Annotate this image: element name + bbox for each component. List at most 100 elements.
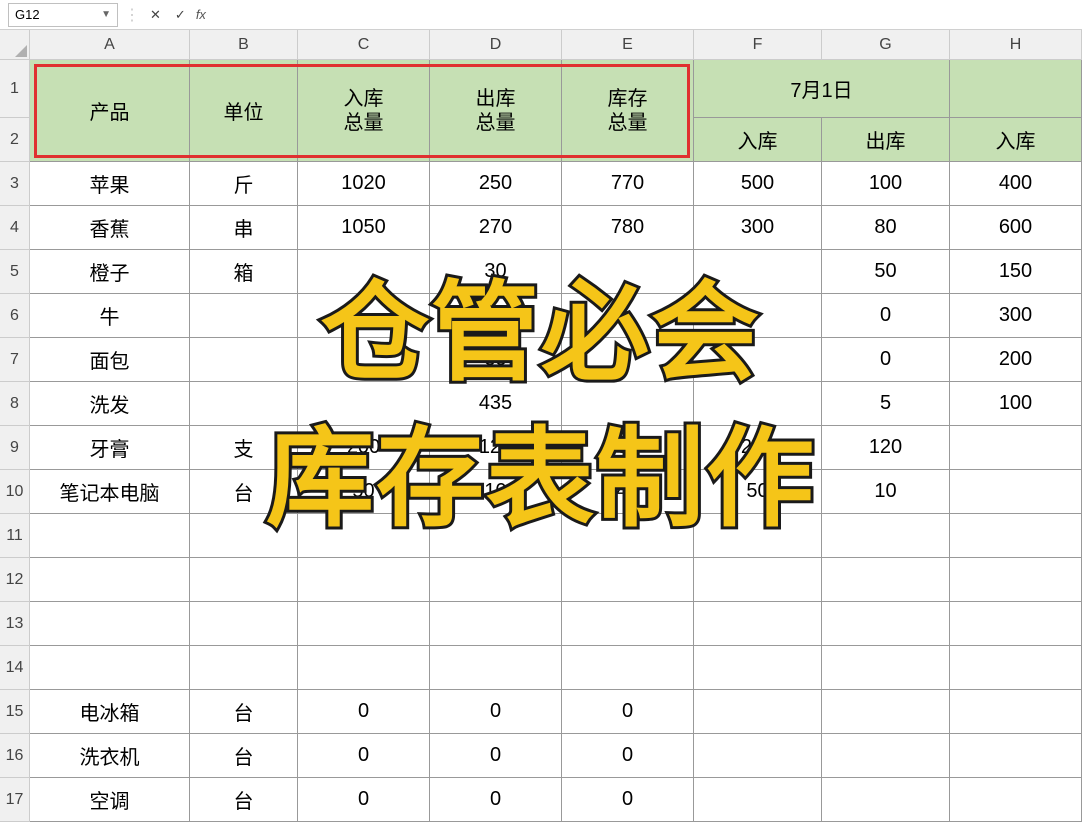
cell[interactable]: 0	[430, 690, 562, 734]
cell[interactable]: 出库 总量	[430, 60, 562, 162]
cell[interactable]: 435	[430, 382, 562, 426]
cell[interactable]: 0	[562, 690, 694, 734]
cell[interactable]	[190, 514, 298, 558]
cell[interactable]	[562, 646, 694, 690]
row-header-4[interactable]: 4	[0, 206, 30, 250]
cell[interactable]: 370	[430, 294, 562, 338]
cell[interactable]	[562, 382, 694, 426]
cell[interactable]	[430, 558, 562, 602]
cell[interactable]: 台	[190, 734, 298, 778]
cell[interactable]	[562, 558, 694, 602]
cell[interactable]	[30, 558, 190, 602]
cell[interactable]: 0	[562, 778, 694, 822]
cell[interactable]: 100	[822, 162, 950, 206]
cell[interactable]	[950, 690, 1082, 734]
cell[interactable]	[950, 470, 1082, 514]
cell[interactable]: 50	[694, 470, 822, 514]
cell[interactable]	[694, 382, 822, 426]
row-header-10[interactable]: 10	[0, 470, 30, 514]
cell[interactable]: 200	[298, 426, 430, 470]
cell[interactable]: 400	[950, 162, 1082, 206]
row-header-16[interactable]: 16	[0, 734, 30, 778]
cell[interactable]	[822, 514, 950, 558]
cell[interactable]	[950, 514, 1082, 558]
cell[interactable]	[298, 338, 430, 382]
cell[interactable]: 300	[950, 294, 1082, 338]
cell[interactable]: 10	[822, 470, 950, 514]
cell[interactable]: 出库	[822, 118, 950, 162]
cell[interactable]	[822, 602, 950, 646]
row-header-14[interactable]: 14	[0, 646, 30, 690]
cell[interactable]	[950, 734, 1082, 778]
cell[interactable]: 单位	[190, 60, 298, 162]
cell[interactable]: 80	[822, 206, 950, 250]
cell[interactable]: 电冰箱	[30, 690, 190, 734]
cell[interactable]	[694, 690, 822, 734]
cell[interactable]: 牛	[30, 294, 190, 338]
cell[interactable]	[562, 602, 694, 646]
cell[interactable]: 0	[298, 690, 430, 734]
col-header-G[interactable]: G	[822, 30, 950, 60]
cell[interactable]: 1020	[298, 162, 430, 206]
cell[interactable]: 0	[298, 734, 430, 778]
cell[interactable]	[430, 514, 562, 558]
col-header-H[interactable]: H	[950, 30, 1082, 60]
cell[interactable]: 500	[694, 162, 822, 206]
cell[interactable]	[950, 646, 1082, 690]
cell[interactable]: 洗衣机	[30, 734, 190, 778]
row-header-6[interactable]: 6	[0, 294, 30, 338]
cell[interactable]: 牙膏	[30, 426, 190, 470]
select-all-corner[interactable]	[0, 30, 30, 60]
cell[interactable]	[950, 602, 1082, 646]
cell[interactable]: 7月1日	[694, 60, 950, 118]
row-header-3[interactable]: 3	[0, 162, 30, 206]
cell[interactable]	[562, 514, 694, 558]
col-header-F[interactable]: F	[694, 30, 822, 60]
confirm-formula-button[interactable]: ✓	[171, 7, 190, 23]
cell[interactable]	[694, 514, 822, 558]
cell[interactable]: 箱	[190, 250, 298, 294]
row-header-9[interactable]: 9	[0, 426, 30, 470]
cell[interactable]	[190, 338, 298, 382]
cell[interactable]	[298, 250, 430, 294]
cell[interactable]	[822, 646, 950, 690]
row-header-5[interactable]: 5	[0, 250, 30, 294]
name-box[interactable]: G12 ▼	[8, 3, 118, 27]
cell[interactable]	[190, 646, 298, 690]
cancel-formula-button[interactable]: ✕	[146, 7, 165, 23]
row-header-1[interactable]: 1	[0, 60, 30, 118]
cell[interactable]	[190, 558, 298, 602]
cell[interactable]: 香蕉	[30, 206, 190, 250]
cell[interactable]: 产品	[30, 60, 190, 162]
cell[interactable]: 30	[430, 250, 562, 294]
cell[interactable]: 入库	[950, 118, 1082, 162]
cell[interactable]	[822, 734, 950, 778]
cell[interactable]	[562, 338, 694, 382]
cell[interactable]: 50	[822, 250, 950, 294]
cell[interactable]	[822, 690, 950, 734]
cell[interactable]: 橙子	[30, 250, 190, 294]
cell[interactable]: 600	[950, 206, 1082, 250]
cell[interactable]	[298, 382, 430, 426]
row-header-13[interactable]: 13	[0, 602, 30, 646]
chevron-down-icon[interactable]: ▼	[101, 9, 111, 20]
cell[interactable]	[298, 514, 430, 558]
col-header-D[interactable]: D	[430, 30, 562, 60]
cell[interactable]: 笔记本电脑	[30, 470, 190, 514]
col-header-B[interactable]: B	[190, 30, 298, 60]
cell[interactable]	[694, 338, 822, 382]
cell[interactable]: 50	[298, 470, 430, 514]
cell[interactable]: 100	[950, 382, 1082, 426]
cell[interactable]: 120	[822, 426, 950, 470]
cell[interactable]	[298, 602, 430, 646]
fx-icon[interactable]: fx	[196, 7, 206, 22]
cell[interactable]: 0	[822, 294, 950, 338]
cell[interactable]	[190, 294, 298, 338]
cell[interactable]	[822, 558, 950, 602]
cell[interactable]: 10	[430, 470, 562, 514]
cell[interactable]	[694, 646, 822, 690]
cell[interactable]: 0	[430, 734, 562, 778]
cell[interactable]: 0	[298, 778, 430, 822]
col-header-A[interactable]: A	[30, 30, 190, 60]
cell[interactable]: 0	[822, 338, 950, 382]
